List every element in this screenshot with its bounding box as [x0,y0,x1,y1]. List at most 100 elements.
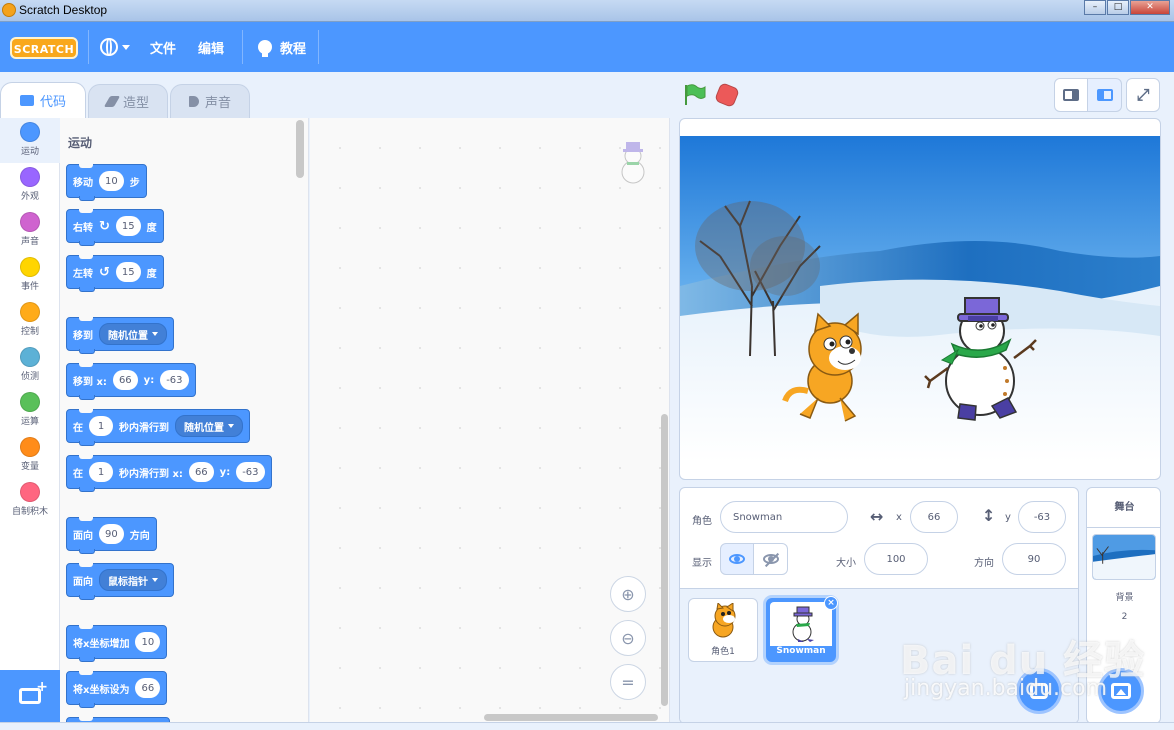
category-dot [20,437,40,457]
zoom-out-button[interactable]: ⊖ [610,620,646,656]
direction-input[interactable]: 90 [1002,543,1066,575]
menu-divider [88,30,89,64]
palette-scrollbar[interactable] [296,120,304,178]
green-flag-icon[interactable] [683,84,707,106]
category-looks[interactable]: 外观 [0,163,60,208]
block-point-direction[interactable]: 面向 90 方向 [66,517,157,554]
sprite-tile-cat[interactable]: 角色1 [688,598,758,662]
sprite-name-input[interactable]: Snowman [720,501,848,533]
show-sprite-button[interactable] [720,543,754,575]
tutorials-menu[interactable]: 教程 [258,22,306,72]
block-input[interactable]: 10 [135,632,161,652]
size-label: 大小 [836,558,856,569]
category-my-blocks[interactable]: 自制积木 [0,478,60,523]
chevron-down-icon [152,578,158,582]
menu-divider [242,30,243,64]
sprite-tile-snowman[interactable]: Snowman × [766,596,838,662]
workspace-vertical-scrollbar[interactable] [661,414,668,706]
block-point-towards[interactable]: 面向 鼠标指针 [66,563,174,600]
category-motion[interactable]: 运动 [0,118,60,163]
block-turn-left[interactable]: 左转 ↺ 15 度 [66,255,164,292]
category-label: 外观 [20,192,39,202]
block-input[interactable]: 66 [112,370,138,390]
eye-off-icon [762,554,779,564]
category-events[interactable]: 事件 [0,253,60,298]
fullscreen-button[interactable]: ⤢ [1126,78,1160,112]
block-dropdown[interactable]: 随机位置 [99,323,167,345]
category-label: 运动 [20,147,39,157]
show-label: 显示 [692,558,712,569]
direction-label: 方向 [974,558,994,569]
block-categories: 运动 外观 声音 事件 控制 侦测 运算 变量 自制积木 [0,118,60,670]
block-glide-to-xy[interactable]: 在 1 秒内滑行到 x: 66 y: -63 [66,455,272,492]
block-go-to-xy[interactable]: 移到 x: 66 y: -63 [66,363,196,400]
scratch-logo[interactable]: SCRATCH [10,37,78,59]
script-workspace[interactable]: ⊕ ⊖ = [310,118,670,722]
category-sound[interactable]: 声音 [0,208,60,253]
backdrops-label: 背景 [1115,593,1134,603]
category-variables[interactable]: 变量 [0,433,60,478]
block-dropdown[interactable]: 鼠标指针 [99,569,167,591]
minimize-button[interactable]: – [1084,0,1106,15]
category-label: 控制 [20,327,39,337]
size-input[interactable]: 100 [864,543,928,575]
category-label: 变量 [20,462,39,472]
maximize-button[interactable]: □ [1107,0,1129,15]
block-turn-right[interactable]: 右转 ↻ 15 度 [66,209,164,246]
block-text: 移动 [73,177,93,189]
block-input[interactable]: 15 [115,262,141,282]
block-move-steps[interactable]: 移动 10 步 [66,164,147,201]
edit-menu[interactable]: 编辑 [198,22,224,72]
zoom-in-button[interactable]: ⊕ [610,576,646,612]
block-change-x[interactable]: 将x坐标增加 10 [66,625,168,662]
block-text: 面向 [73,530,93,542]
stop-button[interactable] [713,81,741,109]
delete-sprite-button[interactable]: × [824,596,838,610]
zoom-out-icon: ⊖ [621,628,635,648]
chevron-down-icon [228,424,234,428]
block-go-to[interactable]: 移到 随机位置 [66,317,174,354]
block-text: 度 [146,222,157,234]
block-input[interactable]: 15 [115,216,141,236]
block-input[interactable]: -63 [236,462,265,482]
block-input[interactable]: 66 [188,462,214,482]
dropdown-value: 随机位置 [108,330,148,342]
snowman-thumbnail [792,606,814,642]
workspace-horizontal-scrollbar[interactable] [484,714,658,721]
chevron-down-icon [122,44,130,50]
tab-sounds[interactable]: 声音 [170,84,250,118]
y-position-input[interactable]: -63 [1018,501,1066,533]
category-control[interactable]: 控制 [0,298,60,343]
tab-costumes[interactable]: 造型 [88,84,168,118]
block-dropdown[interactable]: 随机位置 [175,415,243,437]
stage[interactable] [679,118,1161,480]
file-menu[interactable]: 文件 [150,22,176,72]
x-position-input[interactable]: 66 [910,501,958,533]
small-stage-button[interactable] [1054,78,1088,112]
block-palette: 运动 移动 10 步 右转 ↻ 15 度 左转 ↺ 15 度 移到 随机位置 移… [60,118,309,722]
block-input[interactable]: 90 [99,524,124,544]
category-dot [20,302,40,322]
block-glide-to[interactable]: 在 1 秒内滑行到 随机位置 [66,409,250,446]
hide-sprite-button[interactable] [754,543,788,575]
category-dot [20,257,40,277]
block-input[interactable]: -63 [160,370,189,390]
language-menu[interactable] [100,22,130,72]
category-operators[interactable]: 运算 [0,388,60,433]
equals-icon: = [621,672,635,692]
block-input[interactable]: 10 [99,171,124,191]
block-text: 左转 [73,268,93,280]
stage-canvas[interactable] [680,136,1160,463]
category-sensing[interactable]: 侦测 [0,343,60,388]
category-dot [20,212,40,232]
block-set-x[interactable]: 将x坐标设为 66 [66,671,168,708]
block-input[interactable]: 1 [89,416,113,436]
tab-code[interactable]: 代码 [0,82,86,118]
block-input[interactable]: 66 [135,678,161,698]
block-input[interactable]: 1 [89,462,113,482]
visibility-toggle [720,543,788,575]
zoom-reset-button[interactable]: = [610,664,646,700]
normal-stage-button[interactable] [1088,78,1122,112]
add-extension-button[interactable] [0,670,60,722]
close-button[interactable]: ✕ [1130,0,1170,15]
